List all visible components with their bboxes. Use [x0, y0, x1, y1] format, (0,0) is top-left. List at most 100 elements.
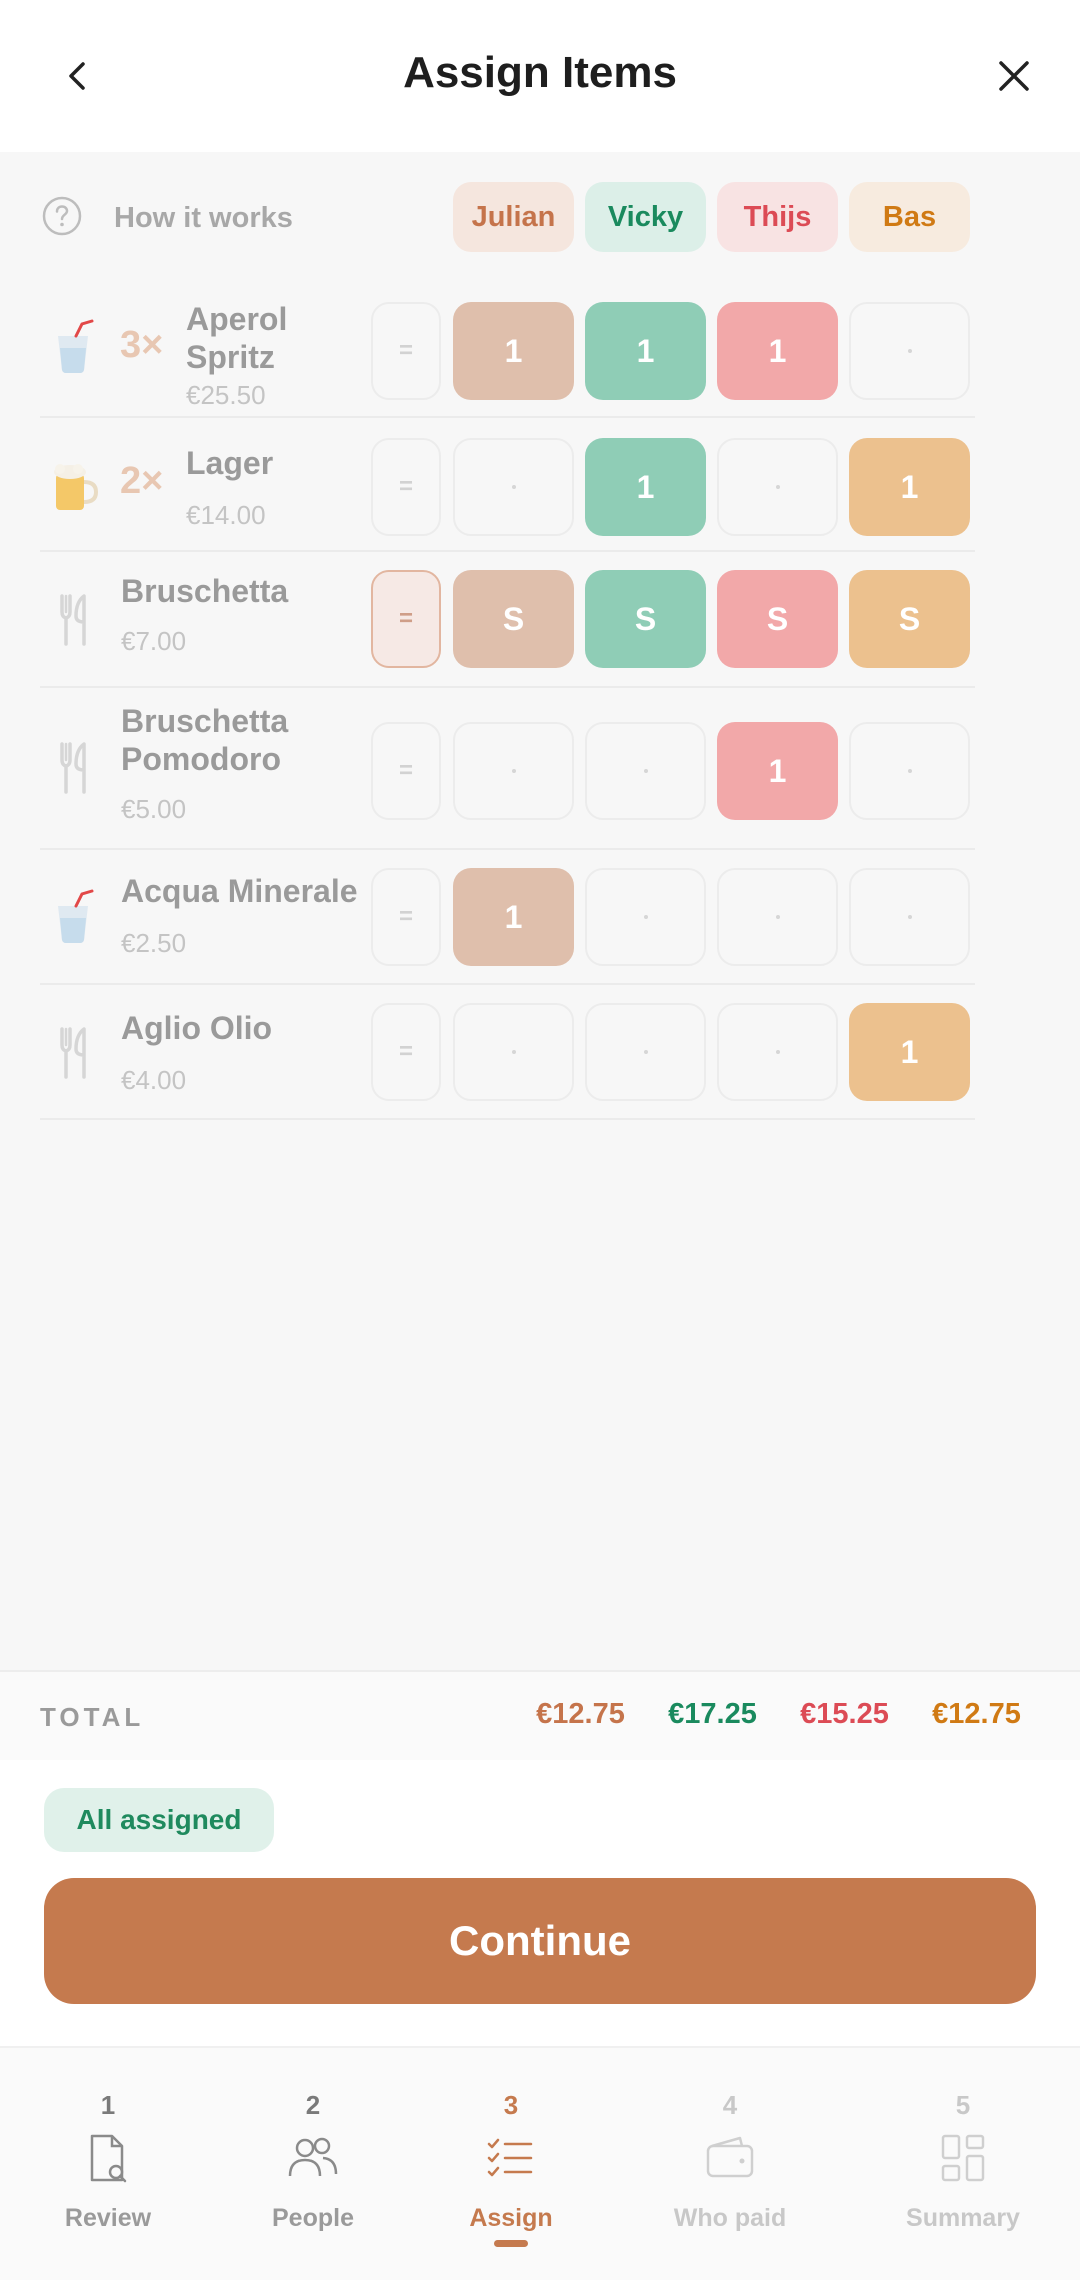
total-vicky: €17.25	[668, 1698, 757, 1730]
close-icon[interactable]	[988, 50, 1040, 102]
split-equally-button[interactable]: =	[371, 1003, 441, 1101]
empty-dot: ·	[511, 769, 516, 773]
item-row-aglio-olio: Aglio Olio €4.00 = · · · 1	[40, 985, 975, 1120]
item-price: €25.50	[186, 380, 266, 410]
item-row-acqua-minerale: Acqua Minerale €2.50 =1 · · ·	[40, 850, 975, 985]
nav-tab-people[interactable]: 2 People	[205, 2048, 421, 2282]
assign-cell-bas[interactable]: 1	[849, 1003, 970, 1101]
assign-cell-thijs[interactable]: ·	[717, 868, 838, 966]
cutlery-icon	[48, 738, 100, 796]
step-number: 5	[955, 2090, 971, 2120]
assign-cell-bas[interactable]: ·	[849, 302, 970, 400]
assign-cell-vicky[interactable]: ·	[585, 868, 706, 966]
split-equally-button[interactable]: =	[371, 868, 441, 966]
assign-cell-julian[interactable]: ·	[453, 1003, 574, 1101]
page-title: Assign Items	[403, 48, 677, 97]
nav-tab-who-paid[interactable]: 4 Who paid	[622, 2048, 838, 2282]
split-equally-button[interactable]: =	[371, 302, 441, 400]
assign-cell-vicky[interactable]: 1	[585, 302, 706, 400]
assign-cell-thijs[interactable]: S	[717, 570, 838, 668]
continue-button[interactable]: Continue	[44, 1878, 1036, 2004]
cutlery-icon	[48, 590, 100, 648]
item-row-bruschetta-pomodoro: Bruschetta Pomodoro €5.00 = · · 1 ·	[40, 688, 975, 850]
assign-cell-bas[interactable]: ·	[849, 868, 970, 966]
item-price: €14.00	[186, 500, 266, 530]
step-number: 3	[503, 2090, 519, 2120]
assign-cell-julian[interactable]: ·	[453, 438, 574, 536]
checklist-icon	[483, 2130, 539, 2186]
assign-cell-vicky[interactable]: 1	[585, 438, 706, 536]
header: Assign Items	[0, 0, 1080, 152]
assign-cell-thijs[interactable]: ·	[717, 1003, 838, 1101]
empty-dot: ·	[643, 769, 648, 773]
empty-dot: ·	[907, 769, 912, 773]
nav-label: Summary	[906, 2204, 1020, 2232]
how-it-works-button[interactable]: How it works	[40, 182, 293, 254]
person-chip-vicky[interactable]: Vicky	[585, 182, 706, 252]
item-name: Bruschetta	[121, 573, 289, 609]
person-chip-bas[interactable]: Bas	[849, 182, 970, 252]
drink-icon	[48, 318, 100, 376]
total-julian: €12.75	[536, 1698, 625, 1730]
item-price: €4.00	[121, 1065, 187, 1095]
assign-cell-thijs[interactable]: 1	[717, 302, 838, 400]
person-chip-julian[interactable]: Julian	[453, 182, 574, 252]
assign-cell-vicky[interactable]: S	[585, 570, 706, 668]
item-price: €7.00	[121, 626, 187, 656]
assign-grid: How it works Julian Vicky Thijs Bas 3× Apero…	[0, 152, 1080, 1670]
assign-cell-vicky[interactable]: ·	[585, 722, 706, 820]
empty-dot: ·	[775, 485, 780, 489]
split-equally-button[interactable]: =	[371, 722, 441, 820]
bottom-nav: 1 Review 2 People 3 Assign 4 Who paid 5 Summ…	[0, 2046, 1080, 2280]
grid-icon	[935, 2130, 991, 2186]
active-tab-indicator	[494, 2240, 528, 2247]
item-name: Aperol Spritz	[186, 301, 288, 375]
item-row-aperol-spritz: 3×Aperol Spritz€25.50=111·	[40, 282, 975, 418]
split-equally-button[interactable]: =	[371, 438, 441, 536]
assign-cell-julian[interactable]: 1	[453, 868, 574, 966]
people-icon	[285, 2130, 341, 2186]
split-equally-button[interactable]: =	[371, 570, 441, 668]
empty-dot: ·	[775, 915, 780, 919]
nav-label: Who paid	[673, 2204, 787, 2232]
nav-tab-summary[interactable]: 5 Summary	[855, 2048, 1071, 2282]
empty-dot: ·	[643, 915, 648, 919]
how-it-works-label: How it works	[114, 201, 293, 234]
drink-icon	[48, 888, 100, 946]
nav-label: Review	[64, 2204, 152, 2232]
assign-cell-thijs[interactable]: ·	[717, 438, 838, 536]
empty-dot: ·	[511, 485, 516, 489]
step-number: 1	[100, 2090, 116, 2120]
item-price: €5.00	[121, 794, 187, 824]
item-quantity: 2×	[120, 460, 164, 502]
assign-cell-bas[interactable]: S	[849, 570, 970, 668]
total-label: TOTAL	[40, 1702, 145, 1732]
wallet-icon	[702, 2130, 758, 2186]
item-quantity: 3×	[120, 324, 164, 366]
cutlery-icon	[48, 1023, 100, 1081]
assign-cell-julian[interactable]: ·	[453, 722, 574, 820]
item-name: Aglio Olio	[121, 1010, 273, 1046]
assign-cell-julian[interactable]: S	[453, 570, 574, 668]
assign-cell-bas[interactable]: ·	[849, 722, 970, 820]
item-row-bruschetta: Bruschetta €7.00 = S S S S	[40, 552, 975, 688]
item-name: Bruschetta Pomodoro	[121, 703, 289, 777]
empty-dot: ·	[907, 349, 912, 353]
item-price: €2.50	[121, 928, 187, 958]
step-number: 2	[305, 2090, 321, 2120]
total-bas: €12.75	[932, 1698, 1021, 1730]
person-chip-thijs[interactable]: Thijs	[717, 182, 838, 252]
assign-cell-vicky[interactable]: ·	[585, 1003, 706, 1101]
nav-label: Assign	[469, 2204, 553, 2232]
assign-cell-julian[interactable]: 1	[453, 302, 574, 400]
assign-cell-bas[interactable]: 1	[849, 438, 970, 536]
assign-cell-thijs[interactable]: 1	[717, 722, 838, 820]
status-badge: All assigned	[44, 1788, 274, 1852]
totals-bar: TOTAL €12.75 €17.25 €15.25 €12.75	[0, 1670, 1080, 1760]
item-row-lager: 2× Lager €14.00 = · 1 · 1	[40, 418, 975, 552]
total-thijs: €15.25	[800, 1698, 889, 1730]
nav-tab-review[interactable]: 1 Review	[0, 2048, 216, 2282]
beer-icon	[48, 456, 100, 514]
empty-dot: ·	[511, 1050, 516, 1054]
receipt-search-icon	[80, 2130, 136, 2186]
